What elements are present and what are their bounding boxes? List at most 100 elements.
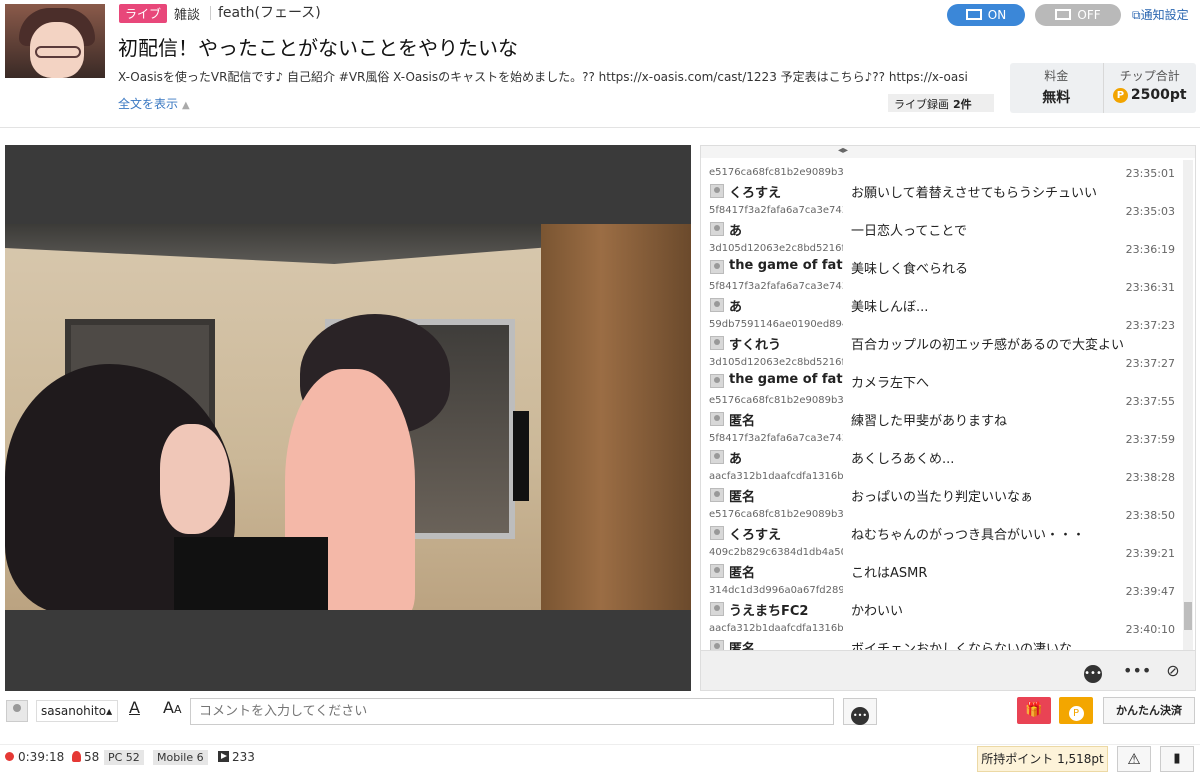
screen-icon xyxy=(1055,9,1072,20)
gift-button[interactable]: 🎁 xyxy=(1017,697,1051,724)
comment-text: ねむちゃんのがっつき具合がいい・・・ xyxy=(851,528,1086,543)
commenter-name[interactable]: あ xyxy=(729,220,845,239)
comment-time: 23:39:21 xyxy=(1125,547,1175,560)
exit-button[interactable]: ▮ xyxy=(1160,746,1194,772)
comment-row[interactable]: 314dc1d3d996a0a67fd289 23:39:47 うえまちFC2 かわい… xyxy=(701,584,1181,622)
commenter-name[interactable]: 匿名 xyxy=(729,562,845,581)
recordings-label: ライブ録画 xyxy=(894,98,949,111)
point-coin-icon: P xyxy=(1112,88,1128,103)
comment-row[interactable]: 59db7591146ae0190ed894 23:37:23 すくれう 百合カップル… xyxy=(701,318,1181,356)
video-player[interactable] xyxy=(5,145,691,691)
commenter-name[interactable]: 匿名 xyxy=(729,638,845,650)
font-size-icon[interactable]: AA xyxy=(163,698,181,717)
commenter-name[interactable]: the game of fat xyxy=(729,372,845,387)
commenter-name[interactable]: 匿名 xyxy=(729,486,845,505)
elapsed-value: 0:39:18 xyxy=(18,750,65,764)
comment-row[interactable]: e5176ca68fc81b2e9089b3c 23:35:01 くろすえ お願いして… xyxy=(701,166,1181,204)
elapsed-time: 0:39:18 xyxy=(5,750,64,764)
comment-input-bar: sasanohito▴ A AA ••• 🎁 P かんたん決済 xyxy=(0,697,1200,729)
comment-row[interactable]: 5f8417f3a2fafa6a7ca3e743 23:36:31 あ美味しんぼ..… xyxy=(701,280,1181,318)
commenter-avatar-icon xyxy=(710,412,724,426)
fee-column: 料金 無料 xyxy=(1010,63,1103,113)
comment-time: 23:38:50 xyxy=(1125,509,1175,522)
comment-text: 美味しく食べられる xyxy=(851,262,969,277)
comment-row[interactable]: 5f8417f3a2fafa6a7ca3e743 23:35:03 あ一日恋人ってこ… xyxy=(701,204,1181,242)
commenter-avatar-icon xyxy=(710,184,724,198)
comment-text: カメラ左下へ xyxy=(851,376,930,391)
channel-name[interactable]: feath(フェース) xyxy=(218,2,321,22)
block-icon[interactable]: ⊘ xyxy=(1163,661,1183,681)
comment-text: おっぱいの当たり判定いいなぁ xyxy=(851,490,1034,505)
username-select[interactable]: sasanohito▴ xyxy=(36,700,118,722)
commenter-name[interactable]: くろすえ xyxy=(729,524,845,543)
comment-list: e5176ca68fc81b2e9089b3c 23:35:01 くろすえ お願いして… xyxy=(701,166,1181,650)
font-color-icon[interactable]: A xyxy=(129,698,140,717)
comment-scrollbar[interactable] xyxy=(1183,160,1193,650)
viewer-icon xyxy=(72,751,81,762)
comment-row[interactable]: 3d105d12063e2c8bd5216f 23:36:19 the game o… xyxy=(701,242,1181,280)
caret-up-icon: ▲ xyxy=(182,100,190,111)
comment-user-id: 3d105d12063e2c8bd5216f xyxy=(709,357,843,368)
commenter-name[interactable]: すくれう xyxy=(729,334,845,353)
commenter-name[interactable]: うえまちFC2 xyxy=(729,600,845,619)
commenter-name[interactable]: あ xyxy=(729,448,845,467)
commenter-avatar-icon xyxy=(710,222,724,236)
comment-panel[interactable]: ◂▸ e5176ca68fc81b2e9089b3c 23:35:01 くろすえ お願… xyxy=(700,145,1196,651)
door-icon: ▮ xyxy=(1173,751,1181,766)
mobile-count: Mobile 6 xyxy=(153,750,208,765)
scrollbar-thumb[interactable] xyxy=(1184,602,1192,630)
notify-off-button[interactable]: OFF xyxy=(1035,4,1121,26)
comment-row[interactable]: aacfa312b1daafcdfa1316b5 23:38:28 匿名 おっぱいの当… xyxy=(701,470,1181,508)
font-size-label: A xyxy=(163,698,174,717)
user-icon[interactable] xyxy=(6,700,28,722)
more-options-icon[interactable]: ••• xyxy=(1123,661,1151,681)
report-button[interactable]: ⚠ xyxy=(1117,746,1151,772)
comment-bubble-icon[interactable]: ••• xyxy=(1083,661,1103,683)
point-button[interactable]: P xyxy=(1059,697,1093,724)
comment-input[interactable] xyxy=(190,698,834,725)
comment-row[interactable]: aacfa312b1daafcdfa1316b5 23:40:10 匿名 ボイチェンお… xyxy=(701,622,1181,650)
comment-user-id: 3d105d12063e2c8bd5216f xyxy=(709,243,843,254)
fee-value: 無料 xyxy=(1042,90,1071,106)
live-dot-icon xyxy=(5,752,14,761)
send-comment-button[interactable]: ••• xyxy=(843,698,877,725)
stream-title: 初配信！やったことがないことをやりたいな xyxy=(118,36,518,60)
commenter-avatar-icon xyxy=(710,602,724,616)
mail-notify-on-button[interactable]: ON xyxy=(947,4,1025,26)
comment-row[interactable]: 409c2b829c6384d1db4a50 23:39:21 匿名 これはASMR xyxy=(701,546,1181,584)
commenter-name[interactable]: the game of fat xyxy=(729,258,845,273)
tip-total: P 2500pt xyxy=(1104,87,1197,103)
comment-row[interactable]: 5f8417f3a2fafa6a7ca3e743 23:37:59 ああくしろあくめ… xyxy=(701,432,1181,470)
comment-tools: ••• ••• ⊘ xyxy=(700,651,1196,691)
commenter-name[interactable]: くろすえ xyxy=(729,182,845,201)
commenter-avatar-icon xyxy=(710,488,724,502)
comment-time: 23:39:47 xyxy=(1125,585,1175,598)
play-count: 233 xyxy=(218,750,255,764)
owned-points[interactable]: 所持ポイント 1,518pt xyxy=(977,746,1108,772)
broadcaster-avatar[interactable] xyxy=(5,4,105,78)
commenter-avatar-icon xyxy=(710,450,724,464)
comment-user-id: 409c2b829c6384d1db4a50 xyxy=(709,547,843,558)
comment-row[interactable]: 3d105d12063e2c8bd5216f 23:37:27 the game o… xyxy=(701,356,1181,394)
show-more-link[interactable]: 全文を表示 ▲ xyxy=(118,95,190,112)
off-label: OFF xyxy=(1077,8,1101,22)
censor-block xyxy=(174,537,328,610)
recordings-badge[interactable]: ライブ録画 2件 xyxy=(888,94,994,112)
play-icon xyxy=(218,751,229,762)
external-link-icon: ⧉ xyxy=(1132,8,1141,22)
on-label: ON xyxy=(987,8,1007,22)
comment-time: 23:38:28 xyxy=(1125,471,1175,484)
comment-user-id: aacfa312b1daafcdfa1316b5 xyxy=(709,471,843,482)
easy-pay-button[interactable]: かんたん決済 xyxy=(1103,697,1195,724)
category-tag[interactable]: 雑談 xyxy=(174,4,200,23)
comment-text: 百合カップルの初エッチ感があるので大変よい xyxy=(851,338,1125,353)
show-more-label[interactable]: 全文を表示 xyxy=(118,97,178,111)
viewer-value: 58 xyxy=(84,750,100,764)
commenter-name[interactable]: あ xyxy=(729,296,845,315)
commenter-name[interactable]: 匿名 xyxy=(729,410,845,429)
point-icon: P xyxy=(1068,706,1084,721)
notify-settings-link[interactable]: ⧉通知設定 xyxy=(1132,6,1189,23)
comment-row[interactable]: e5176ca68fc81b2e9089b3c 23:38:50 くろすえ ねむちゃん… xyxy=(701,508,1181,546)
resize-handle-icon[interactable]: ◂▸ xyxy=(838,146,848,156)
comment-row[interactable]: e5176ca68fc81b2e9089b3c 23:37:55 匿名 練習した甲斐が… xyxy=(701,394,1181,432)
